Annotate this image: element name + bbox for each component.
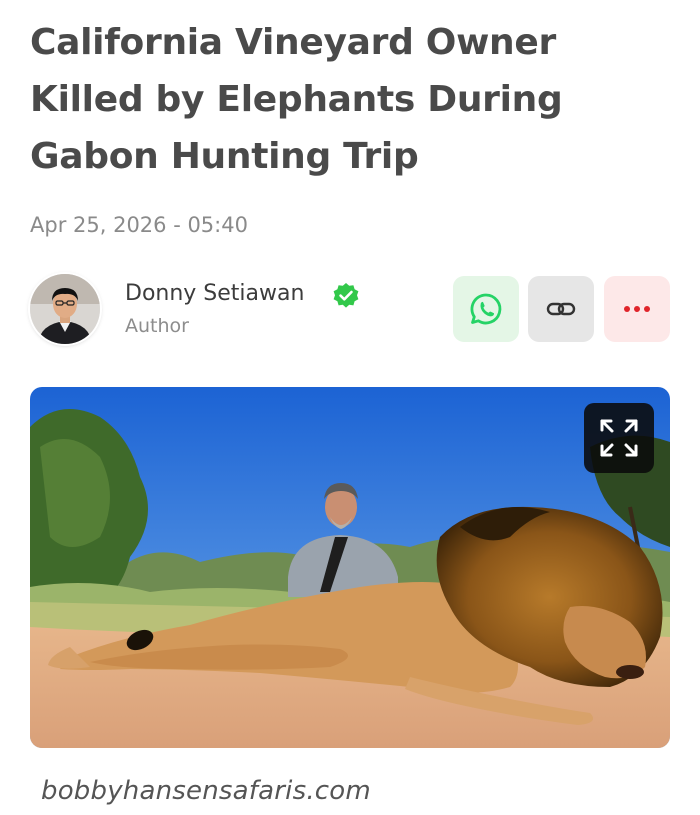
article-photo[interactable] (30, 387, 670, 748)
copy-link-button[interactable] (528, 276, 594, 342)
author-row: Donny Setiawan Author (30, 272, 670, 348)
image-source-caption: bobbyhansensafaris.com (41, 776, 371, 806)
verified-badge-icon (333, 283, 359, 308)
author-avatar[interactable] (30, 274, 100, 344)
link-icon (546, 302, 576, 316)
author-role: Author (125, 315, 189, 337)
article-headline: California Vineyard Owner Killed by Elep… (30, 22, 563, 177)
whatsapp-icon (470, 293, 502, 325)
more-options-button[interactable] (604, 276, 670, 342)
author-name[interactable]: Donny Setiawan (125, 281, 304, 306)
article: California Vineyard Owner Killed by Elep… (0, 0, 700, 815)
hunter-with-lion-photo (30, 387, 670, 748)
more-icon (624, 306, 650, 312)
fullscreen-button[interactable] (584, 403, 654, 473)
publish-date: Apr 25, 2026 - 05:40 (30, 213, 248, 237)
expand-icon (600, 419, 638, 457)
share-whatsapp-button[interactable] (453, 276, 519, 342)
